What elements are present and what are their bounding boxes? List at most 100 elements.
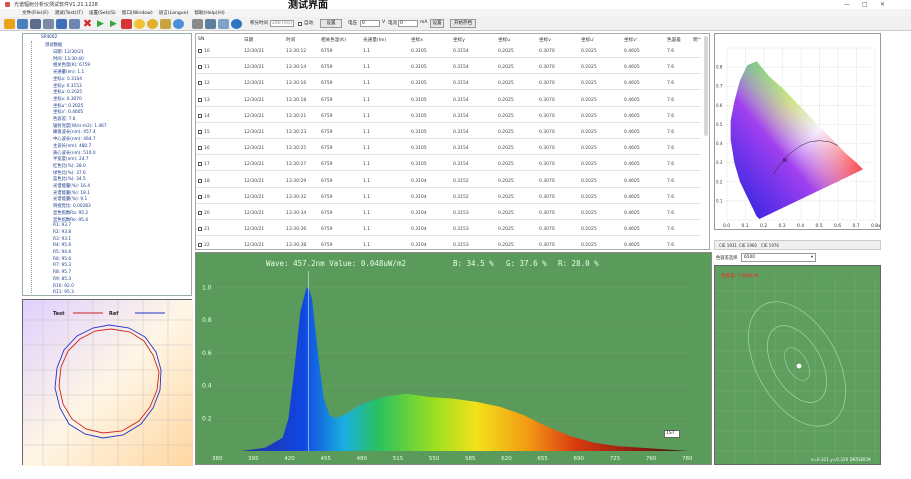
tree-item[interactable]: 主波长(nm): 480.7 [53, 143, 91, 149]
row-checkbox[interactable] [198, 130, 202, 134]
column-header[interactable]: 日期 [244, 37, 253, 43]
minimize-button[interactable]: — [844, 1, 850, 8]
voltage-input[interactable]: 0 [360, 20, 380, 27]
column-header[interactable]: 明^ [693, 37, 701, 43]
open-folder-icon[interactable] [4, 19, 15, 29]
tree-item[interactable]: R3: 93.1 [53, 237, 71, 242]
tree-item[interactable]: 质心波长(nm): 510.0 [53, 150, 96, 156]
tree-item[interactable]: 坐标u: 0.2025 [53, 89, 82, 95]
table-row[interactable]: 16 12/30/21 13:30:25 6759 1.1 0.3105 0.3154 0.2… [196, 142, 701, 156]
table-row[interactable]: 12 12/30/21 13:30:16 6759 1.1 0.3105 0.3154 0.2… [196, 77, 701, 91]
start-archive-button[interactable]: 开始存档 [450, 19, 476, 28]
table-row[interactable]: 20 12/30/21 13:30:34 6759 1.1 0.3104 0.3153 0.2… [196, 207, 701, 220]
tab-cie1976[interactable]: CIE 1976 [761, 243, 779, 248]
column-header[interactable]: SN [198, 37, 204, 42]
device-icon[interactable] [192, 19, 203, 29]
menu-window[interactable]: 窗口(Window) [122, 10, 153, 16]
calibrate-icon[interactable] [205, 19, 216, 29]
tree-item[interactable]: R4: 95.6 [53, 243, 71, 248]
auto-checkbox[interactable] [298, 22, 302, 26]
tree-item[interactable]: 显色指数Ra: 95.2 [53, 210, 88, 216]
tree-item[interactable]: 坐标v': 0.4605 [53, 109, 83, 115]
column-header[interactable]: 坐标v' [624, 37, 637, 43]
play-loop-icon[interactable]: ▶ [108, 19, 119, 29]
tree-item[interactable]: R10: 92.0 [53, 284, 74, 289]
row-checkbox[interactable] [198, 65, 202, 70]
menu-test[interactable]: 测试(Test)(T) [55, 10, 83, 16]
tree-item[interactable]: 辐射亮度(W/sr·m2): 1.467 [53, 123, 107, 129]
column-header[interactable]: 光通量(lm) [363, 37, 386, 43]
menu-language[interactable]: 语言(Langue) [159, 10, 189, 16]
tree-item[interactable]: 相关色温(K): 6759 [53, 62, 90, 68]
tree-item[interactable]: R1: 93.7 [53, 223, 71, 228]
tree-item[interactable]: 坐标x: 0.3104 [53, 76, 82, 82]
row-checkbox[interactable] [198, 178, 202, 183]
column-header[interactable]: 坐标v [539, 37, 551, 43]
table-row[interactable]: 14 12/30/21 13:30:21 6759 1.1 0.3105 0.3154 0.2… [196, 110, 701, 123]
tree-item[interactable]: R5: 94.6 [53, 250, 71, 255]
row-checkbox[interactable] [198, 97, 202, 102]
table-row[interactable]: 18 12/30/21 13:30:29 6759 1.1 0.3104 0.3152 0.2… [196, 175, 701, 188]
tree-item[interactable]: 光谱能量(%): 18.1 [53, 190, 90, 196]
close-button[interactable]: ✕ [880, 1, 885, 8]
column-header[interactable]: 相关色温(K) [321, 37, 346, 43]
row-checkbox[interactable] [198, 211, 202, 215]
report-icon[interactable] [69, 19, 80, 29]
tree-item[interactable]: 蓝色比(%): 34.5 [53, 176, 86, 182]
tree-item[interactable]: R8: 95.7 [53, 270, 71, 275]
export-icon[interactable] [56, 19, 67, 29]
set-integration-button[interactable]: 设置 [320, 19, 342, 28]
tree-item[interactable]: 明视觉比: 0.00283 [53, 203, 91, 209]
tree-item[interactable]: 色容差: 7.6 [53, 116, 76, 122]
table-row[interactable]: 19 12/30/21 13:30:32 6759 1.1 0.3104 0.3152 0.2… [196, 191, 701, 204]
column-header[interactable]: 坐标u' [581, 37, 594, 43]
row-checkbox[interactable] [198, 113, 202, 118]
column-header[interactable]: 时间 [286, 37, 295, 43]
tree-item[interactable]: 坐标u': 0.2025 [53, 103, 83, 109]
tree-item[interactable]: 光谱能量(%): 16.4 [53, 183, 90, 189]
row-checkbox[interactable] [198, 194, 202, 199]
play-icon[interactable]: ▶ [95, 19, 106, 29]
spectrum-mode-select[interactable]: 1ST [664, 430, 680, 438]
tree-item[interactable]: 时间: 13:30:40 [53, 56, 84, 62]
tree-root[interactable]: SP4002 [41, 35, 57, 40]
tree-group[interactable]: 测试数据 [45, 42, 62, 48]
vertical-scrollbar[interactable] [704, 36, 708, 136]
refresh-icon[interactable] [173, 19, 184, 29]
row-checkbox[interactable] [198, 162, 202, 167]
tree-item[interactable]: R11: 95.3 [53, 290, 74, 295]
tab-cie1960[interactable]: CIE 1960 [739, 243, 757, 248]
row-checkbox[interactable] [198, 49, 202, 53]
table-row[interactable]: 21 12/30/21 13:30:36 6759 1.1 0.3104 0.3153 0.2… [196, 223, 701, 237]
tools-icon[interactable] [218, 19, 229, 29]
save-icon[interactable] [17, 19, 28, 29]
tree-item[interactable]: 光通量(lm): 1.1 [53, 69, 84, 75]
tree-item[interactable]: R2: 93.8 [53, 230, 71, 235]
table-row[interactable]: 17 12/30/21 13:30:27 6759 1.1 0.3105 0.3154 0.2… [196, 158, 701, 172]
lamp-icon[interactable] [147, 19, 158, 29]
table-row[interactable]: 11 12/30/21 13:30:14 6759 1.1 0.3105 0.3154 0.2… [196, 61, 701, 75]
print-icon[interactable] [30, 19, 41, 29]
tolerance-select[interactable]: 6500 ▾ [741, 253, 816, 262]
stop-icon[interactable] [121, 19, 132, 29]
table-row[interactable]: 13 12/30/21 13:30:18 6759 1.1 0.3105 0.3154 0.2… [196, 94, 701, 107]
tree-item[interactable]: 峰值波长(nm): 457.4 [53, 129, 96, 135]
row-checkbox[interactable] [198, 227, 202, 232]
tree-item[interactable]: 显色指数Re: 95.4 [53, 217, 88, 223]
menu-settings[interactable]: 设置(Set)(S) [89, 10, 116, 16]
tree-item[interactable]: 中心波长(nm): 464.7 [53, 136, 96, 142]
tree-item[interactable]: R6: 95.6 [53, 257, 71, 262]
menu-file[interactable]: 文件(File)(F) [22, 10, 49, 16]
tree-item[interactable]: R9: 85.3 [53, 277, 71, 282]
row-checkbox[interactable] [198, 243, 202, 248]
tree-item[interactable]: 半宽度(nm): 24.7 [53, 156, 89, 162]
current-input[interactable]: 0 [398, 20, 418, 27]
table-row[interactable]: 22 12/30/21 13:30:38 6759 1.1 0.3104 0.3153 0.2… [196, 239, 701, 249]
column-header[interactable]: 色容差 [667, 37, 681, 43]
tree-item[interactable]: 绿色比(%): 37.6 [53, 170, 86, 176]
tree-item[interactable]: 日期: 12/30/21 [53, 49, 84, 55]
tree-item[interactable]: 光谱能量(%): 9.1 [53, 196, 87, 202]
help-icon[interactable] [231, 19, 242, 29]
tree-item[interactable]: 坐标v: 0.3070 [53, 96, 82, 102]
row-checkbox[interactable] [198, 81, 202, 86]
